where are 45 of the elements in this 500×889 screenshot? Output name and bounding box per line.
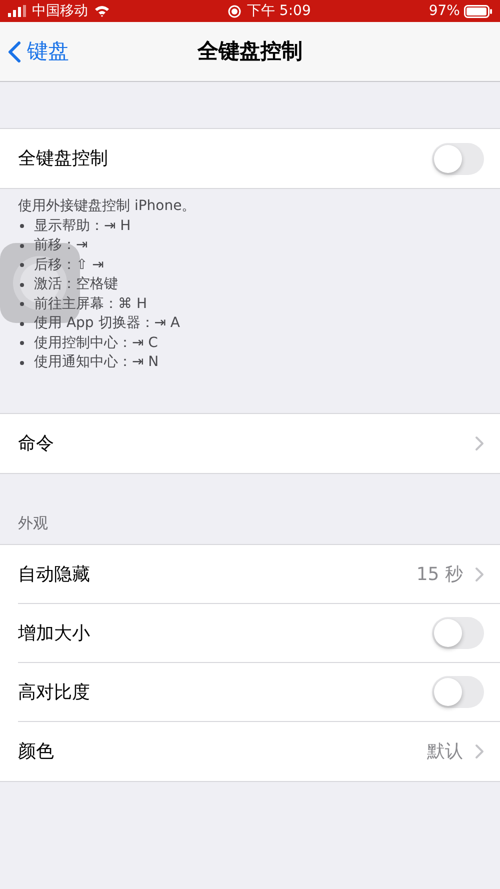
- settings-row[interactable]: 全键盘控制: [0, 129, 500, 188]
- settings-row[interactable]: 增加大小: [0, 604, 500, 663]
- signal-icon: [8, 5, 26, 17]
- row-label: 全键盘控制: [18, 147, 108, 171]
- settings-row[interactable]: 自动隐藏 15 秒: [0, 545, 500, 604]
- bullet-icon: [20, 263, 24, 268]
- wifi-icon: [94, 5, 110, 17]
- toggle-switch[interactable]: [432, 676, 484, 708]
- shortcut-item: 前往主屏幕：⌘ H: [33, 294, 147, 314]
- bullet-icon: [20, 341, 24, 346]
- row-label: 颜色: [18, 740, 54, 764]
- row-label: 自动隐藏: [18, 562, 90, 586]
- shortcut-item: 显示帮助：⇥ H: [33, 216, 131, 236]
- chevron-icon: [475, 566, 484, 582]
- shortcut-item: 前移：⇥: [33, 236, 88, 255]
- chevron-icon: [475, 436, 484, 450]
- toggle-switch[interactable]: [432, 142, 484, 174]
- bullet-icon: [20, 224, 24, 228]
- settings-row[interactable]: 高对比度: [0, 663, 500, 722]
- bullet-icon: [20, 302, 24, 306]
- battery-percent: 97%: [428, 2, 460, 20]
- row-label: 增加大小: [18, 622, 90, 646]
- row-label: 命令: [18, 432, 54, 456]
- bullet-icon: [20, 360, 24, 365]
- row-value: 默认: [427, 740, 463, 764]
- shortcut-item: 激活：空格键: [33, 275, 118, 294]
- shortcut-item: 使用通知中心：⇥ N: [33, 353, 159, 372]
- settings-row[interactable]: 命令: [0, 414, 500, 472]
- shortcut-item: 后移：⇧ ⇥: [33, 256, 104, 274]
- footer-intro: 使用外接键盘控制 iPhone。: [18, 197, 197, 216]
- carrier-name: 中国移动: [32, 2, 88, 20]
- back-chevron-icon: [8, 40, 21, 62]
- section-header: 外观: [17, 512, 49, 534]
- row-label: 高对比度: [18, 680, 90, 704]
- back-button[interactable]: 键盘: [8, 22, 69, 81]
- settings-row[interactable]: 颜色 默认: [0, 722, 500, 781]
- row-value: 15 秒: [416, 562, 463, 586]
- clock: 下午 5:09: [246, 2, 311, 20]
- recording-icon: [228, 4, 241, 18]
- battery-icon: [464, 4, 492, 18]
- shortcut-item: 使用控制中心：⇥ C: [33, 334, 158, 352]
- shortcut-item: 使用 App 切换器：⇥ A: [33, 314, 180, 333]
- toggle-switch[interactable]: [432, 617, 484, 649]
- chevron-icon: [475, 744, 484, 759]
- page-title: 全键盘控制: [198, 38, 302, 65]
